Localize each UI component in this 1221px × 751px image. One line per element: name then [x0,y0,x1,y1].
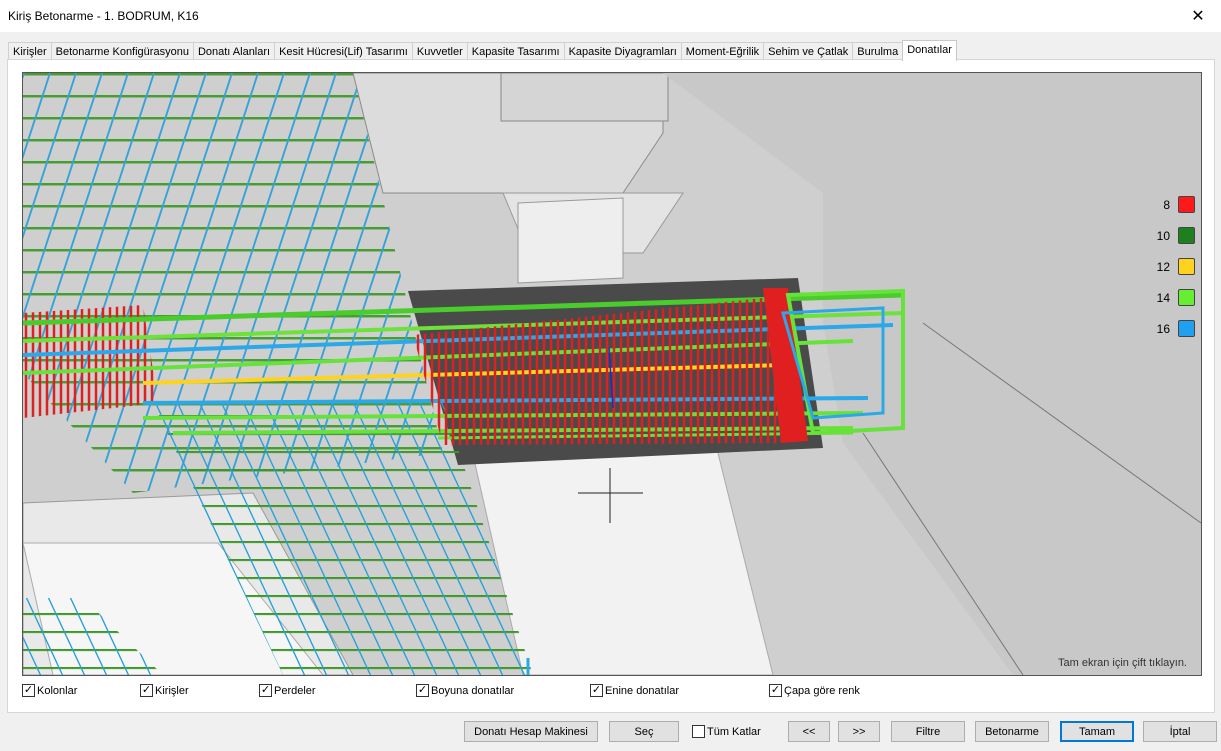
checkbox-label: Kolonlar [37,684,78,697]
tab-strip: Kirişler Betonarme Konfigürasyonu Donatı… [8,40,957,61]
select-button[interactable]: Seç [609,721,679,742]
checkbox-boyuna-donatilar[interactable]: ✓ Boyuna donatılar [416,684,514,697]
rebar-calculator-button[interactable]: Donatı Hesap Makinesi [464,721,598,742]
checkbox-label: Çapa göre renk [784,684,860,697]
legend-swatch [1178,196,1195,213]
checkbox-box[interactable]: ✓ [416,684,429,697]
title-bar: Kiriş Betonarme - 1. BODRUM, K16 ✕ [0,0,1221,32]
legend-label: 10 [1156,228,1170,243]
checkbox-label: Tüm Katlar [707,725,761,738]
checkbox-kirisler[interactable]: ✓ Kirişler [140,684,189,697]
diameter-legend: 8 10 12 14 16 [1157,189,1195,344]
cancel-button[interactable]: İptal [1143,721,1217,742]
legend-swatch [1178,258,1195,275]
checkbox-box[interactable]: ✓ [22,684,35,697]
checkbox-label: Kirişler [155,684,189,697]
legend-swatch [1178,289,1195,306]
checkbox-box[interactable]: ✓ [140,684,153,697]
checkbox-enine-donatilar[interactable]: ✓ Enine donatılar [590,684,679,697]
checkbox-tum-katlar[interactable]: Tüm Katlar [692,725,761,738]
close-icon: ✕ [1191,8,1205,25]
checkbox-box[interactable]: ✓ [590,684,603,697]
legend-label: 16 [1156,321,1170,336]
rebar-3d-scene [23,73,1201,675]
legend-swatch [1178,320,1195,337]
legend-label: 14 [1156,290,1170,305]
next-button[interactable]: >> [838,721,880,742]
viewport-hint: Tam ekran için çift tıklayın. [1058,657,1187,669]
legend-swatch [1178,227,1195,244]
checkbox-capa-gore-renk[interactable]: ✓ Çapa göre renk [769,684,860,697]
checkbox-box[interactable] [692,725,705,738]
rebar-3d-viewport[interactable]: Tam ekran için çift tıklayın. 8 10 12 14… [22,72,1202,676]
legend-label: 8 [1163,197,1170,212]
legend-item: 16 [1157,313,1195,344]
legend-item: 8 [1157,189,1195,220]
checkbox-box[interactable]: ✓ [259,684,272,697]
checkbox-label: Enine donatılar [605,684,679,697]
checkbox-label: Perdeler [274,684,316,697]
checkbox-kolonlar[interactable]: ✓ Kolonlar [22,684,77,697]
legend-item: 12 [1157,251,1195,282]
visibility-checkboxes: ✓ Kolonlar ✓ Kirişler ✓ Perdeler ✓ Boyun… [0,684,1221,700]
tab-donatilar[interactable]: Donatılar [902,40,957,61]
legend-item: 10 [1157,220,1195,251]
prev-button[interactable]: << [788,721,830,742]
close-button[interactable]: ✕ [1175,0,1221,32]
window-title: Kiriş Betonarme - 1. BODRUM, K16 [8,9,199,23]
filter-button[interactable]: Filtre [891,721,965,742]
legend-label: 12 [1156,259,1170,274]
checkbox-perdeler[interactable]: ✓ Perdeler [259,684,316,697]
concrete-button[interactable]: Betonarme [975,721,1049,742]
checkbox-box[interactable]: ✓ [769,684,782,697]
legend-item: 14 [1157,282,1195,313]
checkbox-label: Boyuna donatılar [431,684,515,697]
ok-button[interactable]: Tamam [1060,721,1134,742]
